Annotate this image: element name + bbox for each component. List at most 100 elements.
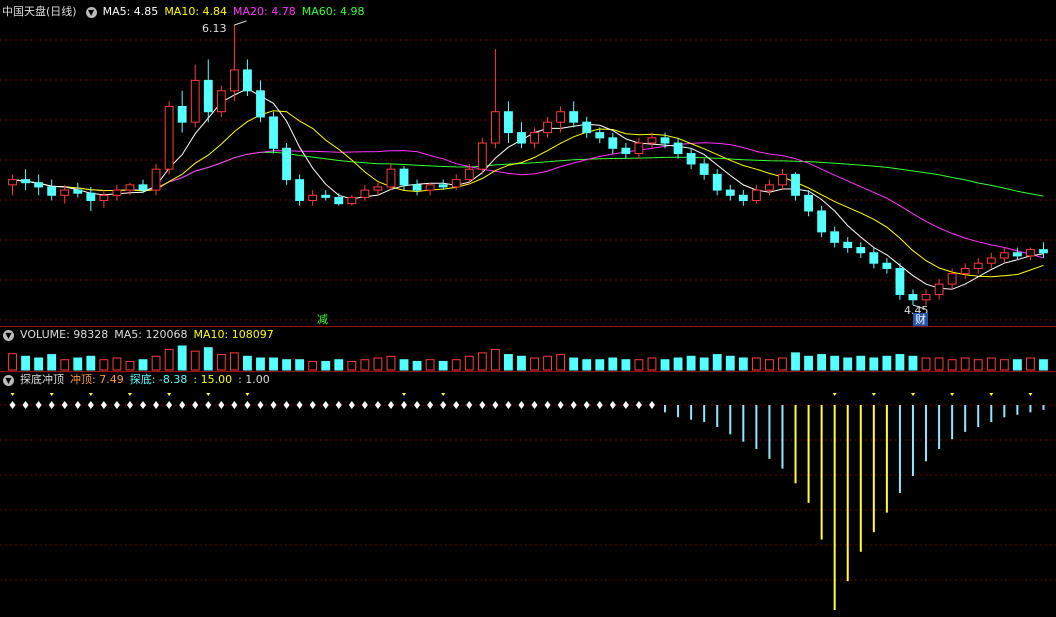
indicator-bar	[1003, 405, 1006, 418]
signal-arrow	[910, 393, 915, 396]
signal-arrow	[10, 393, 15, 396]
indicator-diamond	[9, 401, 16, 409]
cai-badge[interactable]: 财	[913, 313, 928, 326]
separator-line	[0, 326, 1056, 327]
ma5-label: MA5: 4.85	[102, 5, 159, 18]
candle	[360, 189, 370, 198]
level1-label: : 15.00	[193, 373, 233, 386]
jian-badge[interactable]: 减	[315, 313, 330, 326]
indicator-diamond	[61, 401, 68, 409]
indicator-bar	[807, 405, 810, 503]
indicator-diamond	[440, 401, 447, 409]
indicator-diamond	[74, 401, 81, 409]
candle	[138, 184, 148, 191]
candle	[908, 294, 918, 301]
indicator-diamond	[166, 401, 173, 409]
volume-label: VOLUME: 98328	[20, 328, 109, 341]
indicator-bar	[885, 405, 888, 513]
indicator-bar	[729, 405, 732, 435]
signal-arrow	[402, 393, 407, 396]
volume-bar	[791, 352, 800, 371]
volume-bar	[725, 355, 735, 371]
candle	[256, 90, 265, 118]
volume-bar	[464, 355, 474, 371]
toggle-icon[interactable]: ▼	[3, 329, 14, 341]
signal-arrow	[832, 393, 837, 396]
indicator-title: 探底冲顶	[20, 373, 64, 386]
signal-arrow	[950, 393, 955, 396]
indicator-diamond	[648, 401, 655, 409]
ma10-label: MA10: 4.84	[164, 5, 228, 18]
volume-bar	[177, 345, 187, 371]
volume-bar	[164, 348, 174, 371]
indicator-bar	[859, 405, 862, 552]
candle	[125, 184, 135, 191]
indicator-diamond	[270, 401, 277, 409]
volume-bar	[673, 357, 683, 371]
signal-arrow	[127, 393, 132, 396]
indicator-bar	[1016, 405, 1019, 415]
candle	[582, 121, 592, 134]
price-panel-header: 中国天盘(日线) ▼ MA5: 4.85 MA10: 4.84 MA20: 4.78 MA…	[0, 4, 370, 20]
volume-bar	[1012, 359, 1022, 371]
volume-bar	[8, 353, 17, 371]
indicator-diamond	[48, 401, 55, 409]
candle	[386, 168, 396, 188]
signal-arrow	[871, 393, 876, 396]
candle	[164, 105, 174, 170]
candle	[543, 121, 552, 134]
candle	[321, 194, 331, 198]
volume-bar	[1039, 359, 1048, 371]
indicator-bar	[846, 405, 849, 582]
volume-bar	[490, 348, 500, 371]
candle	[373, 186, 383, 191]
volume-bar	[295, 359, 305, 371]
candle	[60, 189, 70, 196]
volume-bar	[543, 355, 552, 371]
volume-bar	[960, 357, 970, 371]
high-price-label: 6.13	[202, 22, 227, 35]
volume-bar	[60, 359, 70, 371]
indicator-diamond	[374, 401, 381, 409]
candle	[412, 184, 422, 191]
toggle-icon[interactable]: ▼	[85, 6, 97, 18]
indicator-bar	[677, 405, 680, 418]
candle	[765, 184, 774, 191]
toggle-icon[interactable]: ▼	[3, 374, 14, 386]
candle	[647, 137, 657, 144]
candle	[778, 173, 787, 186]
indicator-diamond	[296, 401, 303, 409]
volume-bar	[830, 355, 840, 371]
volume-bar	[908, 355, 918, 371]
signal-arrow	[49, 393, 54, 396]
indicator-diamond	[505, 401, 512, 409]
volume-bar	[738, 357, 748, 371]
indicator-diamond	[361, 401, 368, 409]
indicator-diamond	[113, 401, 120, 409]
indicator-bar	[716, 405, 719, 428]
indicator-bar	[833, 405, 836, 610]
indicator-bar	[1029, 405, 1032, 413]
candle	[673, 142, 683, 155]
stock-chart-canvas[interactable]	[0, 0, 1056, 617]
candle	[47, 186, 57, 196]
indicator-diamond	[531, 401, 538, 409]
candle	[347, 196, 357, 205]
volume-bar	[334, 359, 344, 371]
indicator-diamond	[570, 401, 577, 409]
signal-arrow	[167, 393, 172, 396]
candle	[269, 116, 278, 149]
candle	[1012, 252, 1022, 257]
candle	[634, 142, 644, 155]
volume-bar	[451, 359, 461, 371]
volume-bar	[582, 359, 592, 371]
indicator-diamond	[414, 401, 421, 409]
volume-bar	[125, 360, 135, 371]
candle	[960, 267, 970, 275]
level2-label: : 1.00	[238, 373, 270, 386]
volume-panel-header: ▼ VOLUME: 98328 MA5: 120068 MA10: 108097	[0, 327, 280, 343]
volume-bar	[229, 352, 239, 371]
indicator-bar	[820, 405, 823, 540]
candle	[934, 283, 944, 296]
volume-bar	[921, 357, 931, 371]
